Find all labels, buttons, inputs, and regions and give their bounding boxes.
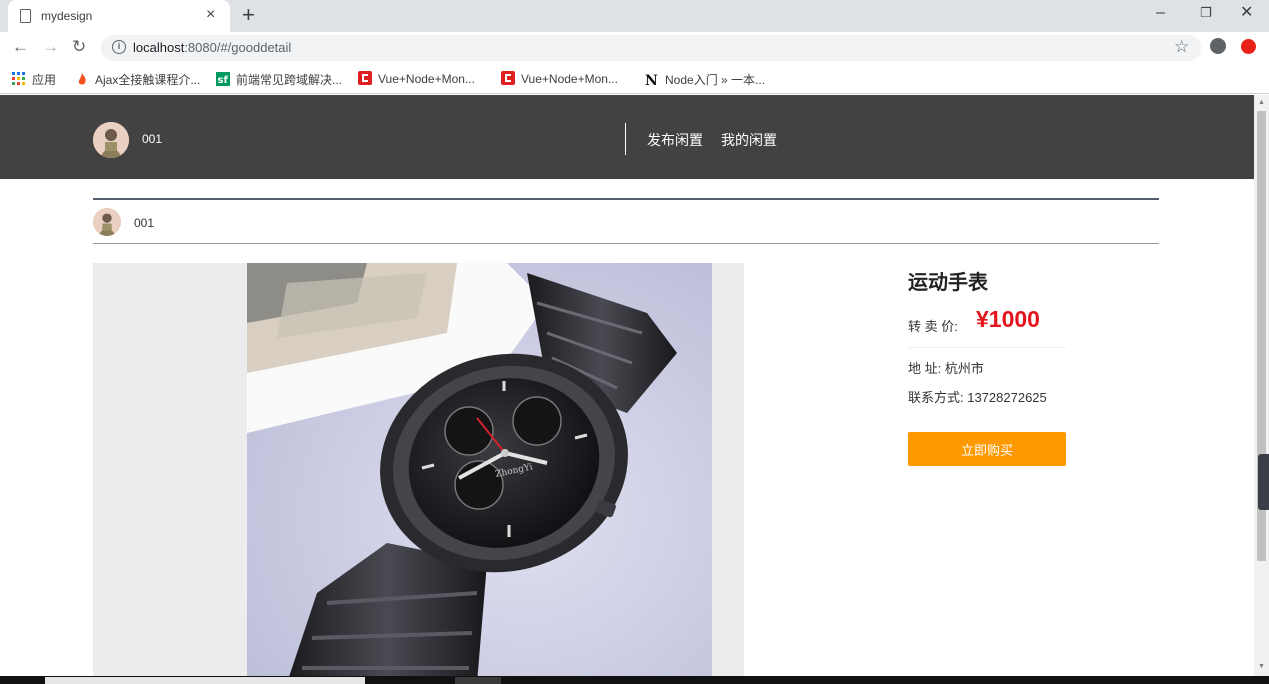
flame-icon bbox=[78, 73, 86, 85]
nav-publish-idle[interactable]: 发布闲置 bbox=[647, 130, 703, 150]
contact-text: 联系方式: 13728272625 bbox=[908, 390, 1047, 405]
minimize-icon[interactable]: – bbox=[1156, 3, 1165, 23]
apps-grid-icon bbox=[12, 72, 25, 85]
tab-title: mydesign bbox=[41, 9, 93, 23]
c-logo-icon bbox=[358, 71, 372, 85]
seller-avatar[interactable] bbox=[93, 208, 121, 236]
tab-strip: mydesign × + – ❐ ✕ bbox=[0, 0, 1269, 32]
bookmark-label: Vue+Node+Mon... bbox=[378, 72, 475, 86]
watch-image: ZhongYi bbox=[247, 263, 712, 676]
scroll-down-icon[interactable]: ▼ bbox=[1258, 663, 1265, 670]
product-gallery: ZhongYi bbox=[93, 263, 744, 676]
close-tab-icon[interactable]: × bbox=[206, 6, 215, 24]
address-bar[interactable]: i localhost:8080/#/gooddetail ☆ bbox=[101, 35, 1201, 61]
seller-avatar-image bbox=[93, 208, 121, 236]
bookmark-cors[interactable]: sf 前端常见跨域解决... bbox=[216, 71, 342, 88]
product-title: 运动手表 bbox=[908, 272, 988, 294]
scroll-up-icon[interactable]: ▲ bbox=[1258, 99, 1265, 106]
extension-icon[interactable] bbox=[1241, 39, 1256, 54]
new-tab-icon[interactable]: + bbox=[242, 3, 255, 27]
taskbar-app[interactable] bbox=[455, 677, 501, 684]
n-logo-icon: N bbox=[645, 73, 658, 86]
bookmarks-bar: 应用 Ajax全接触课程介... sf 前端常见跨域解决... Vue+Node+… bbox=[0, 64, 1269, 94]
bookmark-label: 应用 bbox=[32, 73, 57, 87]
url-host: localhost bbox=[133, 40, 185, 55]
back-icon[interactable]: ← bbox=[12, 37, 29, 57]
reload-icon[interactable]: ↻ bbox=[72, 37, 86, 57]
bookmark-ajax[interactable]: Ajax全接触课程介... bbox=[75, 71, 200, 88]
product-photo: ZhongYi bbox=[247, 263, 712, 676]
account-icon[interactable] bbox=[1210, 38, 1226, 54]
bookmark-apps[interactable]: 应用 bbox=[12, 71, 56, 88]
bookmark-vue-node-2[interactable]: Vue+Node+Mon... bbox=[501, 71, 618, 86]
nav-my-idle[interactable]: 我的闲置 bbox=[721, 130, 777, 150]
site-header: 001 发布闲置 我的闲置 bbox=[0, 95, 1254, 179]
scrollbar[interactable]: ▲ ▼ bbox=[1254, 95, 1269, 676]
restore-icon[interactable]: ❐ bbox=[1200, 3, 1212, 23]
price-value: ¥1000 bbox=[976, 306, 1040, 332]
svg-text:sf: sf bbox=[218, 75, 229, 86]
c-logo-icon bbox=[501, 71, 515, 85]
page-icon bbox=[20, 9, 31, 23]
page-viewport: 001 发布闲置 我的闲置 001 ZhongYi 运动手表 转 卖 价: ¥1… bbox=[0, 95, 1254, 676]
avatar-image bbox=[93, 122, 129, 158]
bookmark-label: Ajax全接触课程介... bbox=[95, 73, 201, 87]
bookmark-label: Vue+Node+Mon... bbox=[521, 72, 618, 86]
url-text: localhost:8080/#/gooddetail bbox=[133, 40, 291, 55]
price-label: 转 卖 价: bbox=[908, 319, 958, 334]
svg-text:N: N bbox=[645, 73, 658, 86]
bookmark-label: Node入门 » 一本... bbox=[665, 73, 766, 87]
header-username[interactable]: 001 bbox=[142, 132, 162, 146]
browser-tab[interactable]: mydesign × bbox=[8, 0, 230, 32]
seller-name[interactable]: 001 bbox=[134, 216, 154, 230]
side-widget-handle[interactable] bbox=[1258, 454, 1269, 510]
seller-bar: 001 bbox=[93, 198, 1159, 244]
header-divider bbox=[625, 123, 626, 155]
bookmark-vue-node-1[interactable]: Vue+Node+Mon... bbox=[358, 71, 475, 86]
buy-now-button[interactable]: 立即购买 bbox=[908, 432, 1066, 466]
url-path: :8080/#/gooddetail bbox=[184, 40, 292, 55]
forward-icon[interactable]: → bbox=[42, 37, 59, 57]
bookmark-star-icon[interactable]: ☆ bbox=[1174, 37, 1189, 57]
taskbar-search[interactable] bbox=[45, 677, 365, 684]
info-icon[interactable]: i bbox=[112, 40, 126, 54]
price-row: 转 卖 价: ¥1000 bbox=[908, 306, 1066, 348]
avatar[interactable] bbox=[93, 122, 129, 158]
close-window-icon[interactable]: ✕ bbox=[1240, 3, 1253, 23]
bookmark-label: 前端常见跨域解决... bbox=[236, 73, 343, 87]
address-text: 地 址: 杭州市 bbox=[908, 361, 984, 376]
bookmark-node-intro[interactable]: N Node入门 » 一本... bbox=[645, 71, 765, 88]
sf-icon: sf bbox=[216, 72, 230, 86]
